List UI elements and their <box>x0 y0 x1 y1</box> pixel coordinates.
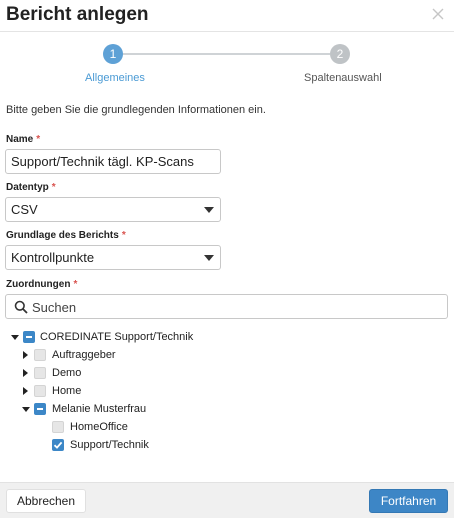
grundlage-select[interactable]: Kontrollpunkte <box>5 245 221 270</box>
expand-caret-icon[interactable] <box>23 369 28 377</box>
step-1-indicator[interactable]: 1 <box>103 44 123 64</box>
expand-caret-icon[interactable] <box>23 351 28 359</box>
step-2-indicator[interactable]: 2 <box>330 44 350 64</box>
grundlage-label: Grundlage des Berichts * <box>6 230 126 241</box>
tree-node-auftraggeber: Auftraggeber <box>22 348 172 364</box>
collapse-caret-icon[interactable] <box>22 407 30 412</box>
tree-node-demo: Demo <box>22 366 172 382</box>
search-input[interactable] <box>32 298 432 316</box>
tree-node-label: Support/Technik <box>70 439 149 451</box>
check-icon <box>53 441 63 449</box>
tree-checkbox[interactable] <box>23 331 35 343</box>
datentyp-label: Datentyp * <box>6 182 56 193</box>
dialog-footer: Abbrechen Fortfahren <box>0 482 454 518</box>
cancel-button[interactable]: Abbrechen <box>6 489 86 513</box>
tree-node-label: Demo <box>52 367 82 379</box>
dropdown-arrow-icon <box>204 207 214 213</box>
next-button[interactable]: Fortfahren <box>369 489 448 513</box>
name-label: Name * <box>6 134 41 145</box>
required-marker: * <box>36 134 41 145</box>
dialog-title: Bericht anlegen <box>6 4 149 25</box>
search-box <box>5 294 448 319</box>
create-report-dialog: Bericht anlegen 1 2 Allgemeines Spaltena… <box>0 0 454 518</box>
tree-checkbox[interactable] <box>34 349 46 361</box>
stepper-connector <box>122 53 330 55</box>
close-icon[interactable] <box>430 6 446 22</box>
name-input[interactable]: Support/Technik tägl. KP-Scans <box>5 149 221 174</box>
search-icon <box>14 300 28 314</box>
intro-text: Bitte geben Sie die grundlegenden Inform… <box>6 104 266 116</box>
tree-node-support-technik: Support/Technik <box>52 438 202 454</box>
tree-checkbox[interactable] <box>52 421 64 433</box>
zuordnungen-label: Zuordnungen * <box>6 279 78 290</box>
tree-node-melanie-musterfrau: Melanie Musterfrau <box>22 402 202 418</box>
tree-node-homeoffice: HomeOffice <box>52 420 202 436</box>
wizard-stepper: 1 2 Allgemeines Spaltenauswahl <box>0 42 454 86</box>
required-marker: * <box>121 230 126 241</box>
tree-checkbox[interactable] <box>34 367 46 379</box>
tree-checkbox[interactable] <box>52 439 64 451</box>
step-2-label[interactable]: Spaltenauswahl <box>304 72 382 84</box>
datentyp-select[interactable]: CSV <box>5 197 221 222</box>
grundlage-value: Kontrollpunkte <box>11 250 95 265</box>
tree-node-label: HomeOffice <box>70 421 128 433</box>
required-marker: * <box>73 279 78 290</box>
expand-caret-icon[interactable] <box>23 387 28 395</box>
tree-node-label: Melanie Musterfrau <box>52 403 147 415</box>
datentyp-value: CSV <box>11 202 38 217</box>
tree-checkbox[interactable] <box>34 385 46 397</box>
collapse-caret-icon[interactable] <box>11 335 19 340</box>
required-marker: * <box>51 182 56 193</box>
tree-node-label: COREDINATE Support/Technik <box>40 331 194 343</box>
tree-node-label: Auftraggeber <box>52 349 116 361</box>
tree-node-label: Home <box>52 385 82 397</box>
dialog-header: Bericht anlegen <box>0 0 454 32</box>
step-1-label[interactable]: Allgemeines <box>85 72 145 84</box>
tree-node-home: Home <box>22 384 172 400</box>
dropdown-arrow-icon <box>204 255 214 261</box>
tree-checkbox[interactable] <box>34 403 46 415</box>
tree-node-coredinate: COREDINATE Support/Technik <box>10 330 210 346</box>
